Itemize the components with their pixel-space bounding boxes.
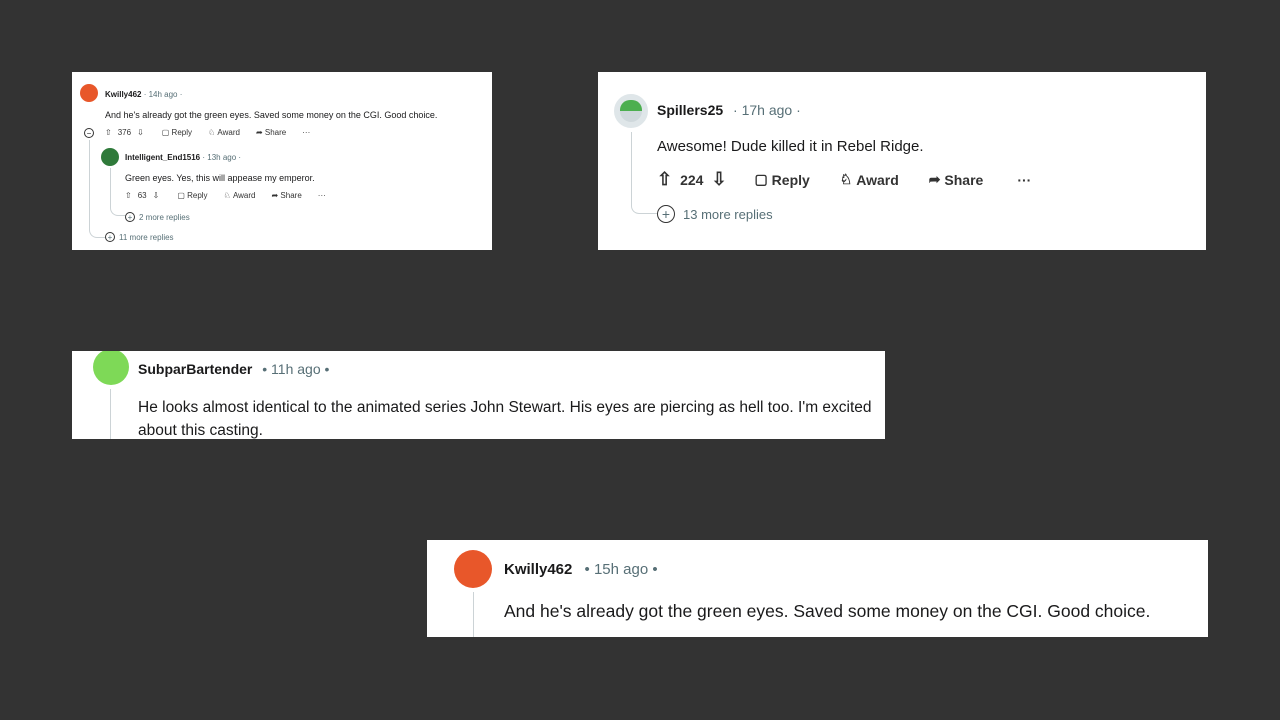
avatar[interactable] xyxy=(454,550,492,588)
username[interactable]: Kwilly462 xyxy=(504,561,572,578)
reply-button[interactable]: ▢ Reply xyxy=(162,128,192,137)
reply-button[interactable]: ▢ Reply xyxy=(177,191,207,200)
more-options-icon[interactable]: ··· xyxy=(302,128,310,137)
upvote-icon[interactable]: ⇧ xyxy=(657,169,672,190)
avatar[interactable] xyxy=(93,351,129,385)
username[interactable]: Intelligent_End1516 xyxy=(125,153,200,162)
avatar[interactable] xyxy=(80,84,98,102)
more-options-icon[interactable]: ··· xyxy=(318,191,326,200)
avatar[interactable] xyxy=(614,94,648,128)
more-replies-link[interactable]: +13 more replies xyxy=(657,205,773,223)
comment-card-3: SubparBartender • 11h ago • He looks alm… xyxy=(72,351,885,439)
upvote-icon[interactable]: ⇧ xyxy=(105,128,112,137)
timestamp: • 11h ago • xyxy=(262,361,330,377)
timestamp: · 17h ago · xyxy=(733,102,801,118)
more-options-icon[interactable]: ··· xyxy=(1017,172,1031,188)
timestamp: · 13h ago · xyxy=(202,153,242,162)
comment-text: He looks almost identical to the animate… xyxy=(138,399,872,439)
more-replies-link[interactable]: +2 more replies xyxy=(125,212,190,222)
comment-card-4: Kwilly462 • 15h ago • And he's already g… xyxy=(427,540,1208,637)
collapse-icon[interactable]: − xyxy=(84,128,94,138)
downvote-icon[interactable]: ⇩ xyxy=(153,191,160,200)
comment-text: Awesome! Dude killed it in Rebel Ridge. xyxy=(657,138,924,155)
award-button[interactable]: ♘ Award xyxy=(224,191,256,200)
comment-text: And he's already got the green eyes. Sav… xyxy=(105,110,438,120)
username[interactable]: Spillers25 xyxy=(657,102,723,118)
comment-text: Green eyes. Yes, this will appease my em… xyxy=(125,173,315,183)
username[interactable]: Kwilly462 xyxy=(105,90,141,99)
expand-icon: + xyxy=(125,212,135,222)
comment-card-1: Kwilly462 · 14h ago · And he's already g… xyxy=(72,72,492,250)
avatar[interactable] xyxy=(101,148,119,166)
vote-count: 376 xyxy=(117,128,132,137)
award-button[interactable]: ♘ Award xyxy=(840,171,899,188)
comment-text: And he's already got the green eyes. Sav… xyxy=(504,601,1151,621)
timestamp: · 14h ago · xyxy=(143,90,183,99)
timestamp: • 15h ago • xyxy=(584,561,658,578)
username[interactable]: SubparBartender xyxy=(138,361,252,377)
expand-icon: + xyxy=(657,205,675,223)
downvote-icon[interactable]: ⇩ xyxy=(137,128,144,137)
share-button[interactable]: ➦ Share xyxy=(271,191,301,200)
downvote-icon[interactable]: ⇩ xyxy=(711,169,726,190)
more-replies-link[interactable]: +11 more replies xyxy=(105,232,174,242)
expand-icon: + xyxy=(105,232,115,242)
upvote-icon[interactable]: ⇧ xyxy=(125,191,132,200)
comment-card-2: Spillers25 · 17h ago · Awesome! Dude kil… xyxy=(598,72,1206,250)
vote-count: 63 xyxy=(137,191,147,200)
vote-count: 224 xyxy=(680,171,704,188)
reply-button[interactable]: ▢ Reply xyxy=(755,171,810,188)
share-button[interactable]: ➦ Share xyxy=(929,171,984,188)
share-button[interactable]: ➦ Share xyxy=(256,128,286,137)
award-button[interactable]: ♘ Award xyxy=(208,128,240,137)
